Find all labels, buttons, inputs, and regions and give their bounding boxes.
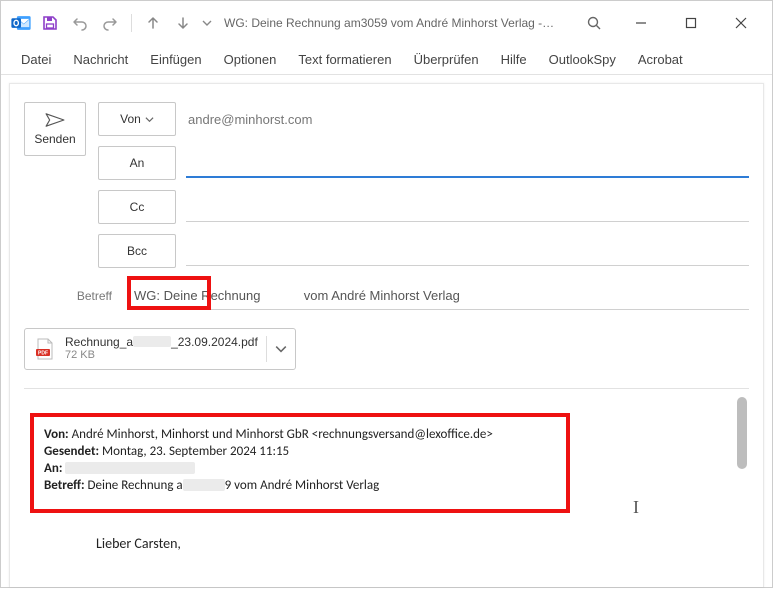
attachment-size: 72 KB [65, 349, 258, 362]
separator [131, 14, 132, 32]
attachment-name: Rechnung_a_23.09.2024.pdf [65, 335, 258, 349]
maximize-button[interactable] [668, 5, 714, 41]
menu-nachricht[interactable]: Nachricht [63, 48, 138, 71]
message-body-area: Von: André Minhorst, Minhorst und Minhor… [24, 388, 749, 613]
titlebar: WG: Deine Rechnung am3059 vom André Minh… [1, 1, 772, 45]
scroll-thumb[interactable] [737, 397, 747, 469]
pdf-icon: PDF [33, 337, 57, 361]
subject-input[interactable] [134, 282, 749, 310]
redo-icon[interactable] [97, 10, 123, 36]
menu-ueberpruefen[interactable]: Überprüfen [404, 48, 489, 71]
menu-einfuegen[interactable]: Einfügen [140, 48, 211, 71]
send-icon [44, 112, 66, 128]
attachment-dropdown[interactable] [266, 336, 287, 362]
send-label: Senden [34, 132, 75, 146]
cc-button[interactable]: Cc [98, 190, 176, 224]
move-down-icon[interactable] [170, 10, 196, 36]
undo-icon[interactable] [67, 10, 93, 36]
send-button[interactable]: Senden [24, 102, 86, 156]
subject-label: Betreff [42, 289, 112, 303]
to-button[interactable]: An [98, 146, 176, 180]
to-input[interactable] [186, 148, 749, 178]
greeting-text: Lieber Carsten, [96, 535, 729, 552]
window-title: WG: Deine Rechnung am3059 vom André Minh… [224, 16, 554, 30]
chevron-down-icon [275, 343, 287, 355]
compose-panel: Senden Von andre@minhorst.com An Cc Bcc [9, 83, 764, 587]
vertical-scrollbar[interactable] [737, 395, 747, 607]
bcc-button[interactable]: Bcc [98, 234, 176, 268]
redacted [183, 479, 225, 491]
menu-acrobat[interactable]: Acrobat [628, 48, 693, 71]
attachment-chip[interactable]: PDF Rechnung_a_23.09.2024.pdf 72 KB [24, 328, 296, 370]
bcc-input[interactable] [186, 236, 749, 266]
highlight-box-header: Von: André Minhorst, Minhorst und Minhor… [30, 413, 570, 513]
move-up-icon[interactable] [140, 10, 166, 36]
outlook-app-icon [9, 11, 33, 35]
close-button[interactable] [718, 5, 764, 41]
menu-outlookspy[interactable]: OutlookSpy [539, 48, 626, 71]
message-body[interactable]: Von: André Minhorst, Minhorst und Minhor… [24, 389, 735, 613]
save-icon[interactable] [37, 10, 63, 36]
from-button[interactable]: Von [98, 102, 176, 136]
from-value: andre@minhorst.com [186, 112, 749, 127]
chevron-down-icon [145, 115, 154, 124]
menubar: Datei Nachricht Einfügen Optionen Text f… [1, 45, 772, 75]
minimize-button[interactable] [618, 5, 664, 41]
menu-datei[interactable]: Datei [11, 48, 61, 71]
redacted [65, 462, 195, 474]
menu-optionen[interactable]: Optionen [214, 48, 287, 71]
redacted [133, 336, 171, 347]
search-icon[interactable] [574, 9, 614, 37]
menu-text-formatieren[interactable]: Text formatieren [288, 48, 401, 71]
text-cursor-icon: I [633, 497, 639, 518]
qat-dropdown-icon[interactable] [200, 10, 214, 36]
cc-input[interactable] [186, 192, 749, 222]
svg-text:PDF: PDF [38, 350, 48, 356]
menu-hilfe[interactable]: Hilfe [491, 48, 537, 71]
